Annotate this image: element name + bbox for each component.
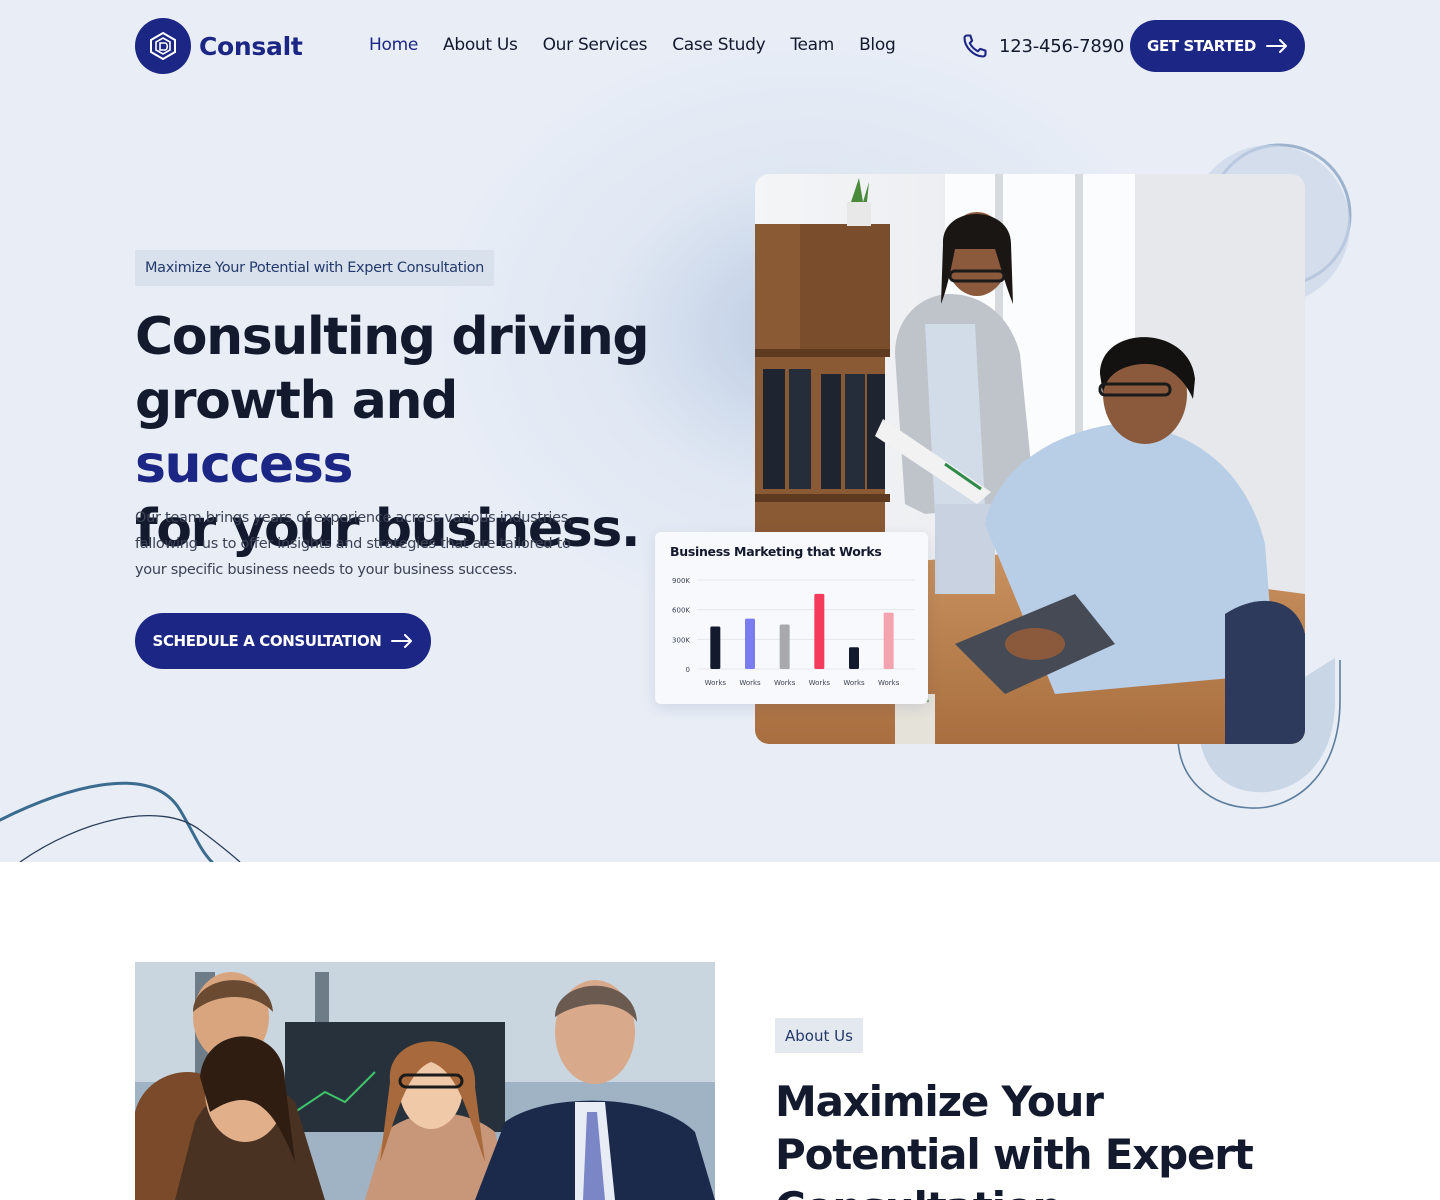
schedule-consultation-button[interactable]: SCHEDULE A CONSULTATION xyxy=(135,613,431,669)
nav-team[interactable]: Team xyxy=(790,35,834,55)
x-tick-label: Works xyxy=(809,679,831,687)
schedule-consultation-label: SCHEDULE A CONSULTATION xyxy=(152,632,382,650)
hero-tag: Maximize Your Potential with Expert Cons… xyxy=(135,250,494,286)
y-tick-label: 900K xyxy=(672,577,690,585)
about-section: About Us Maximize Your Potential with Ex… xyxy=(0,862,1440,1200)
about-tag: About Us xyxy=(775,1018,863,1053)
page: Consalt Home About Us Our Services Case … xyxy=(0,0,1440,1200)
nav-blog[interactable]: Blog xyxy=(859,35,896,55)
nav-about-us[interactable]: About Us xyxy=(443,35,518,55)
phone-icon xyxy=(963,34,987,58)
x-tick-label: Works xyxy=(878,679,900,687)
y-tick-label: 0 xyxy=(686,666,690,674)
headline-line-2: growth and xyxy=(135,371,458,431)
bar-chart: 0 300K 600K 900K Works Works Works Works Works Wo… xyxy=(672,577,915,687)
business-chart-card: Business Marketing that Works 0 300K 600K 9… xyxy=(655,532,928,704)
y-tick-label: 600K xyxy=(672,607,690,615)
chart-bar xyxy=(710,626,721,669)
chart-bar xyxy=(883,612,894,669)
arrow-right-icon xyxy=(1265,39,1287,53)
arrow-right-icon xyxy=(391,634,413,648)
headline-accent: success xyxy=(135,435,353,495)
about-title: Maximize Your Potential with Expert Cons… xyxy=(775,1077,1254,1200)
logo[interactable]: Consalt xyxy=(135,18,303,74)
phone-contact[interactable]: 123-456-7890 xyxy=(961,32,1124,60)
main-nav: Home About Us Our Services Case Study Te… xyxy=(369,35,896,55)
get-started-label: GET STARTED xyxy=(1147,37,1256,55)
get-started-button[interactable]: GET STARTED xyxy=(1130,20,1305,72)
x-tick-label: Works xyxy=(739,679,761,687)
hero-section: Consalt Home About Us Our Services Case … xyxy=(0,0,1440,862)
nav-home[interactable]: Home xyxy=(369,35,418,55)
x-tick-label: Works xyxy=(705,679,727,687)
nav-case-study[interactable]: Case Study xyxy=(672,35,765,55)
decorative-wave xyxy=(0,781,241,862)
logo-text: Consalt xyxy=(199,31,303,61)
team-meeting-photo xyxy=(135,962,715,1200)
y-tick-label: 300K xyxy=(672,636,690,644)
hero-description: Our team brings years of experience acro… xyxy=(135,510,573,578)
logo-icon xyxy=(135,18,191,74)
headline-line-1: Consulting driving xyxy=(135,307,650,367)
nav-our-services[interactable]: Our Services xyxy=(543,35,648,55)
phone-number: 123-456-7890 xyxy=(999,35,1125,57)
chart-bar xyxy=(814,593,825,669)
x-tick-label: Works xyxy=(843,679,865,687)
chart-bar xyxy=(849,647,859,669)
navbar: Consalt Home About Us Our Services Case … xyxy=(135,18,1305,74)
chart-bar xyxy=(745,618,755,669)
chart-bar xyxy=(779,624,790,669)
x-tick-label: Works xyxy=(774,679,796,687)
